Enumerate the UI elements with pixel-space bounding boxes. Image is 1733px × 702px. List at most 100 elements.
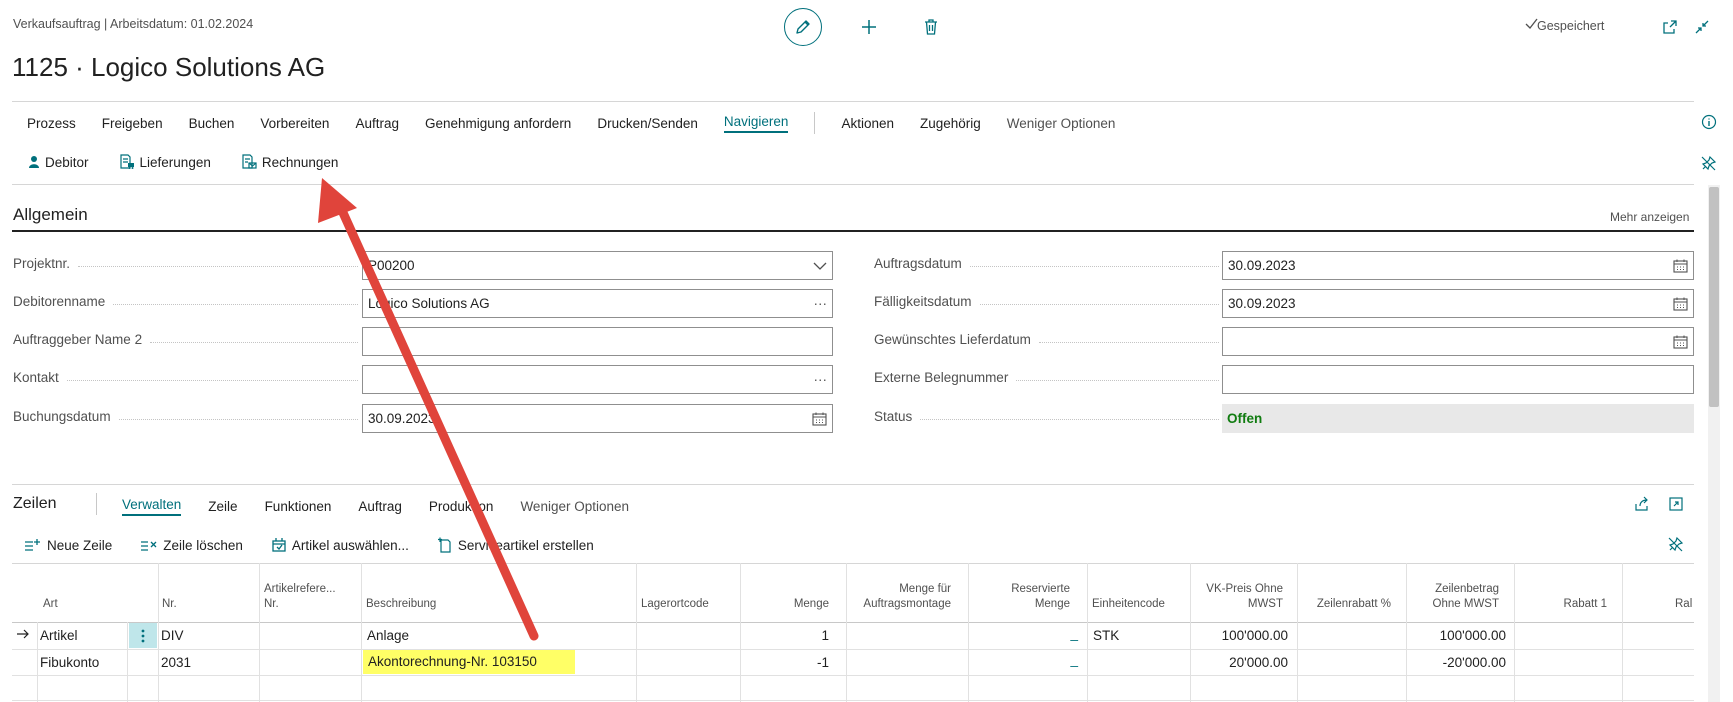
row-actions-button[interactable] xyxy=(129,623,157,648)
create-service-item-button[interactable]: Serviceartikel erstellen xyxy=(437,537,594,553)
col-header-nr[interactable]: Nr. xyxy=(162,597,177,612)
share-icon xyxy=(1635,496,1648,511)
info-button[interactable] xyxy=(1697,110,1721,134)
externe-belegnummer-field[interactable] xyxy=(1222,365,1694,394)
lines-menu-verwalten[interactable]: Verwalten xyxy=(122,497,182,516)
expand-icon xyxy=(1669,497,1683,511)
menu-zugehoerig[interactable]: Zugehörig xyxy=(920,116,981,131)
debitorenname-field[interactable]: Logico Solutions AG ··· xyxy=(362,289,833,318)
menu-divider xyxy=(814,112,816,134)
show-more-link[interactable]: Mehr anzeigen xyxy=(1610,210,1689,224)
col-header-reservierte-menge[interactable]: Reservierte Menge xyxy=(970,582,1070,612)
buchungsdatum-field[interactable]: 30.09.2023 xyxy=(362,404,833,433)
projektnr-dropdown[interactable]: P00200 xyxy=(362,251,833,280)
unpin-actions-button[interactable] xyxy=(1697,151,1721,175)
gewuenschtes-lieferdatum-field[interactable] xyxy=(1222,327,1694,356)
menu-vorbereiten[interactable]: Vorbereiten xyxy=(260,116,329,131)
page-scrollbar-thumb[interactable] xyxy=(1709,187,1719,407)
row1-reservierte-menge[interactable]: _ xyxy=(970,626,1078,641)
collapse-button[interactable] xyxy=(1690,15,1714,39)
lines-menu-auftrag[interactable]: Auftrag xyxy=(358,499,402,514)
lines-menu-zeile[interactable]: Zeile xyxy=(208,499,237,514)
calendar-icon[interactable] xyxy=(809,412,827,426)
menu-weniger-optionen[interactable]: Weniger Optionen xyxy=(1007,116,1116,131)
row1-vk-preis[interactable]: 100'000.00 xyxy=(1193,628,1288,643)
col-header-menge[interactable]: Menge xyxy=(740,597,829,612)
page-title: 1125 · Logico Solutions AG xyxy=(12,52,326,82)
row2-art[interactable]: Fibukonto xyxy=(40,655,99,670)
calendar-icon[interactable] xyxy=(1670,297,1688,311)
row1-nr[interactable]: DIV xyxy=(161,628,184,643)
debitor-button[interactable]: Debitor xyxy=(28,155,89,170)
menu-aktionen[interactable]: Aktionen xyxy=(841,116,894,131)
col-header-einheitencode[interactable]: Einheitencode xyxy=(1092,597,1165,612)
grid-col-line xyxy=(1622,563,1623,702)
open-new-window-button[interactable] xyxy=(1658,15,1682,39)
menu-auftrag[interactable]: Auftrag xyxy=(355,116,399,131)
new-button[interactable] xyxy=(857,15,881,39)
rechnungen-button[interactable]: Rechnungen xyxy=(241,154,338,170)
section-title-lines[interactable]: Zeilen xyxy=(13,495,57,513)
field-label-kontakt: Kontakt xyxy=(13,370,358,385)
col-header-zeilenbetrag[interactable]: Zeilenbetrag Ohne MWST xyxy=(1404,582,1499,612)
auftragsdatum-field[interactable]: 30.09.2023 xyxy=(1222,251,1694,280)
row1-art[interactable]: Artikel xyxy=(40,628,78,643)
col-header-menge-montage[interactable]: Menge für Auftragsmontage xyxy=(845,582,951,612)
col-header-art[interactable]: Art xyxy=(43,597,58,612)
invoice-document-icon xyxy=(242,154,257,169)
row1-einheitencode[interactable]: STK xyxy=(1093,628,1119,643)
auftraggeber-name-2-field[interactable] xyxy=(362,327,833,356)
more-vertical-icon xyxy=(141,629,145,642)
grid-col-line xyxy=(1514,563,1515,702)
edit-button[interactable] xyxy=(784,8,822,46)
col-header-rabatt-cut[interactable]: Ral xyxy=(1675,597,1694,612)
row1-beschreibung[interactable]: Anlage xyxy=(367,628,409,643)
expand-lines-button[interactable] xyxy=(1664,492,1688,516)
row2-menge[interactable]: -1 xyxy=(740,655,829,670)
row1-menge[interactable]: 1 xyxy=(740,628,829,643)
grid-header-line xyxy=(12,622,1694,623)
ellipsis-icon[interactable]: ··· xyxy=(809,372,828,387)
col-header-artikelreferenz[interactable]: Artikelrefere... Nr. xyxy=(264,582,336,612)
row2-nr[interactable]: 2031 xyxy=(161,655,191,670)
lines-menu-produktion[interactable]: Produktion xyxy=(429,499,494,514)
row2-zeilenbetrag[interactable]: -20'000.00 xyxy=(1406,655,1506,670)
unpin-icon xyxy=(1668,536,1684,552)
lieferungen-button[interactable]: Lieferungen xyxy=(119,154,211,170)
col-header-zeilenrabatt[interactable]: Zeilenrabatt % xyxy=(1296,597,1391,612)
menu-prozess[interactable]: Prozess xyxy=(27,116,76,131)
delete-button[interactable] xyxy=(919,15,943,39)
new-line-button[interactable]: Neue Zeile xyxy=(24,538,112,553)
row2-vk-preis[interactable]: 20'000.00 xyxy=(1193,655,1288,670)
field-label-projektnr: Projektnr. xyxy=(13,256,358,271)
col-header-beschreibung[interactable]: Beschreibung xyxy=(366,597,436,612)
menu-drucken-senden[interactable]: Drucken/Senden xyxy=(597,116,698,131)
menu-navigieren[interactable]: Navigieren xyxy=(723,114,789,133)
calendar-icon[interactable] xyxy=(1670,259,1688,273)
lines-menu-weniger-optionen[interactable]: Weniger Optionen xyxy=(520,499,629,514)
select-items-button[interactable]: Artikel auswählen... xyxy=(271,537,409,553)
row2-beschreibung[interactable]: Akontorechnung-Nr. 103150 xyxy=(363,650,575,674)
row2-reservierte-menge[interactable]: _ xyxy=(970,652,1078,667)
ellipsis-icon[interactable]: ··· xyxy=(809,296,828,311)
menu-buchen[interactable]: Buchen xyxy=(189,116,235,131)
col-header-vk-preis[interactable]: VK-Preis Ohne MWST xyxy=(1193,582,1283,612)
col-header-lagerortcode[interactable]: Lagerortcode xyxy=(641,597,709,612)
calendar-icon[interactable] xyxy=(1670,335,1688,349)
share-button[interactable] xyxy=(1630,492,1654,516)
col-header-rabatt-1[interactable]: Rabatt 1 xyxy=(1512,597,1607,612)
row1-zeilenbetrag[interactable]: 100'000.00 xyxy=(1406,628,1506,643)
menu-genehmigung[interactable]: Genehmigung anfordern xyxy=(425,116,571,131)
menu-freigeben[interactable]: Freigeben xyxy=(102,116,163,131)
grid-row-line xyxy=(12,649,1694,650)
kontakt-field[interactable]: ··· xyxy=(362,365,833,394)
delete-line-button[interactable]: Zeile löschen xyxy=(140,538,243,553)
lines-menu-funktionen[interactable]: Funktionen xyxy=(265,499,332,514)
section-title-general[interactable]: Allgemein xyxy=(13,205,88,225)
unpin-lines-actions-button[interactable] xyxy=(1664,532,1688,556)
grid-col-line xyxy=(1297,563,1298,702)
chevron-down-icon xyxy=(809,262,827,270)
header-divider xyxy=(12,101,1694,102)
grid-col-line xyxy=(259,563,260,702)
faelligkeitsdatum-field[interactable]: 30.09.2023 xyxy=(1222,289,1694,318)
